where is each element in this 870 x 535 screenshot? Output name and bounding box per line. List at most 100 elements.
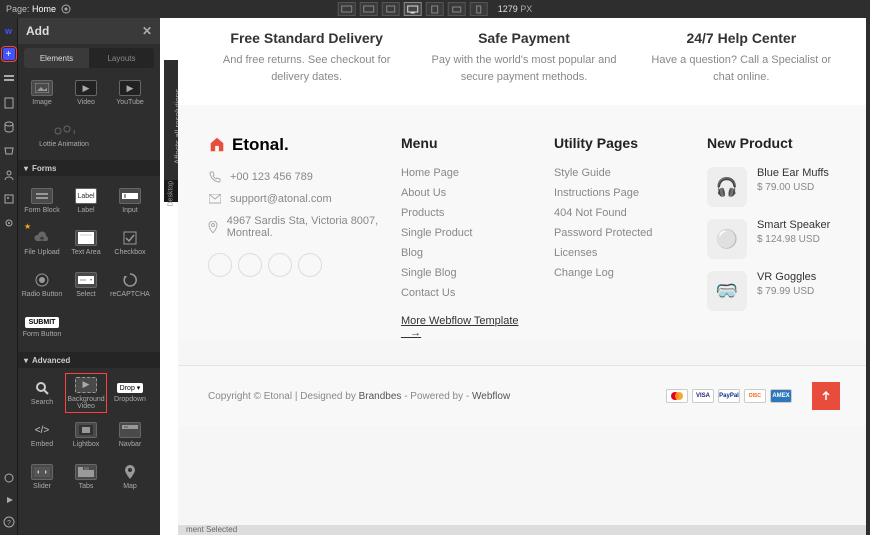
device-md-icon[interactable] xyxy=(382,2,400,16)
device-xl-icon[interactable] xyxy=(338,2,356,16)
cms-icon[interactable] xyxy=(3,120,15,132)
assets-icon[interactable] xyxy=(3,192,15,204)
device-lg-icon[interactable] xyxy=(360,2,378,16)
tab-layouts[interactable]: Layouts xyxy=(89,48,154,68)
webflow-logo-icon[interactable]: w xyxy=(5,26,12,36)
element-recaptcha[interactable]: reCAPTCHA xyxy=(108,264,152,306)
footer-link[interactable]: Products xyxy=(401,207,534,219)
label: Map xyxy=(123,483,137,490)
section-forms[interactable]: ▾Forms xyxy=(18,160,160,176)
users-icon[interactable] xyxy=(3,168,15,180)
device-mobile-l-icon[interactable] xyxy=(448,2,466,16)
panel-title: Add xyxy=(26,24,49,38)
label: File Upload xyxy=(24,249,59,256)
element-image[interactable]: Image xyxy=(20,72,64,114)
tab-elements[interactable]: Elements xyxy=(24,48,89,68)
instagram-icon[interactable] xyxy=(238,253,262,277)
element-checkbox[interactable]: Checkbox xyxy=(108,222,152,264)
element-video[interactable]: ▶Video xyxy=(64,72,108,114)
product-image: 🥽 xyxy=(707,271,747,311)
pinterest-icon[interactable] xyxy=(298,253,322,277)
element-form-block[interactable]: Form Block xyxy=(20,180,64,222)
email-text[interactable]: support@atonal.com xyxy=(230,193,332,205)
discover-icon: DISC xyxy=(744,389,766,403)
product-item[interactable]: 🎧Blue Ear Muffs$ 79.00 USD xyxy=(707,167,840,207)
section-advanced[interactable]: ▾Advanced xyxy=(18,352,160,368)
twitter-icon[interactable] xyxy=(268,253,292,277)
product-name: Smart Speaker xyxy=(757,219,830,231)
product-item[interactable]: ⚪Smart Speaker$ 124.98 USD xyxy=(707,219,840,259)
label: Image xyxy=(32,99,51,106)
newprod-title: New Product xyxy=(707,135,840,151)
feature-desc: And free returns. See checkout for deliv… xyxy=(209,52,405,85)
element-embed[interactable]: </>Embed xyxy=(20,414,64,456)
ecommerce-icon[interactable] xyxy=(3,144,15,156)
navigator-icon[interactable] xyxy=(3,72,15,84)
close-panel-button[interactable]: ✕ xyxy=(142,24,152,38)
element-dropdown[interactable]: Drop ▾Dropdown xyxy=(108,372,152,414)
footer-link[interactable]: Blog xyxy=(401,247,534,259)
element-background-video[interactable]: ▶Background Video xyxy=(64,372,108,414)
element-navbar[interactable]: Navbar xyxy=(108,414,152,456)
scroll-top-button[interactable] xyxy=(812,382,840,410)
label: Lottie Animation xyxy=(39,141,89,148)
page-name[interactable]: Home xyxy=(32,4,56,14)
settings-icon[interactable] xyxy=(3,216,15,228)
footer-link[interactable]: Single Product xyxy=(401,227,534,239)
product-name: VR Goggles xyxy=(757,271,816,283)
device-tablet-icon[interactable] xyxy=(426,2,444,16)
location-icon xyxy=(208,221,219,233)
brandbes-link[interactable]: Brandbes xyxy=(359,391,402,402)
element-radio-button[interactable]: Radio Button xyxy=(20,264,64,306)
element-lottie[interactable]: Lottie Animation xyxy=(20,114,108,156)
add-elements-button[interactable]: + xyxy=(3,48,15,60)
element-input[interactable]: Input xyxy=(108,180,152,222)
label: Slider xyxy=(33,483,51,490)
preview-icon[interactable] xyxy=(60,4,71,15)
element-map[interactable]: Map xyxy=(108,456,152,498)
element-text-area[interactable]: Text Area xyxy=(64,222,108,264)
footer-link[interactable]: Instructions Page xyxy=(554,187,687,199)
footer-link[interactable]: Contact Us xyxy=(401,287,534,299)
help-icon[interactable]: ? xyxy=(3,515,15,527)
phone-text[interactable]: +00 123 456 789 xyxy=(230,171,313,183)
element-search[interactable]: Search xyxy=(20,372,64,414)
product-item[interactable]: 🥽 VR Goggles $ 79.99 USD xyxy=(707,271,840,311)
element-youtube[interactable]: ▶YouTube xyxy=(108,72,152,114)
breakpoint-label: Desktop xyxy=(164,180,178,202)
element-select[interactable]: Select xyxy=(64,264,108,306)
label: Lightbox xyxy=(73,441,99,448)
footer-link[interactable]: Home Page xyxy=(401,167,534,179)
element-label[interactable]: LabelLabel xyxy=(64,180,108,222)
label: Navbar xyxy=(119,441,142,448)
device-mobile-icon[interactable] xyxy=(470,2,488,16)
element-form-button[interactable]: SUBMITForm Button xyxy=(20,306,64,348)
feature-desc: Have a question? Call a Specialist or ch… xyxy=(644,52,840,85)
element-lightbox[interactable]: Lightbox xyxy=(64,414,108,456)
menu-title: Menu xyxy=(401,135,534,151)
element-slider[interactable]: Slider xyxy=(20,456,64,498)
element-tabs[interactable]: Tabs xyxy=(64,456,108,498)
footer-link[interactable]: About Us xyxy=(401,187,534,199)
element-file-upload[interactable]: ★File Upload xyxy=(20,222,64,264)
device-desktop-icon[interactable] xyxy=(404,2,422,16)
product-price: $ 79.99 USD xyxy=(757,286,816,297)
more-templates-link[interactable]: More Webflow Template → xyxy=(401,315,534,339)
paypal-icon: PayPal xyxy=(718,389,740,403)
pages-icon[interactable] xyxy=(3,96,15,108)
footer-link[interactable]: 404 Not Found xyxy=(554,207,687,219)
audit-icon[interactable] xyxy=(3,471,15,483)
brand-logo[interactable]: Etonal. xyxy=(208,135,381,155)
canvas-width[interactable]: 1279 xyxy=(498,4,518,14)
facebook-icon[interactable] xyxy=(208,253,232,277)
utility-title: Utility Pages xyxy=(554,135,687,151)
feature-title: Safe Payment xyxy=(426,30,622,46)
footer-link[interactable]: Change Log xyxy=(554,267,687,279)
video-tutorial-icon[interactable] xyxy=(3,493,15,505)
footer-link[interactable]: Licenses xyxy=(554,247,687,259)
footer-link[interactable]: Style Guide xyxy=(554,167,687,179)
add-panel-header: Add ✕ xyxy=(18,18,160,44)
webflow-link[interactable]: Webflow xyxy=(472,391,510,402)
footer-link[interactable]: Single Blog xyxy=(401,267,534,279)
footer-link[interactable]: Password Protected xyxy=(554,227,687,239)
